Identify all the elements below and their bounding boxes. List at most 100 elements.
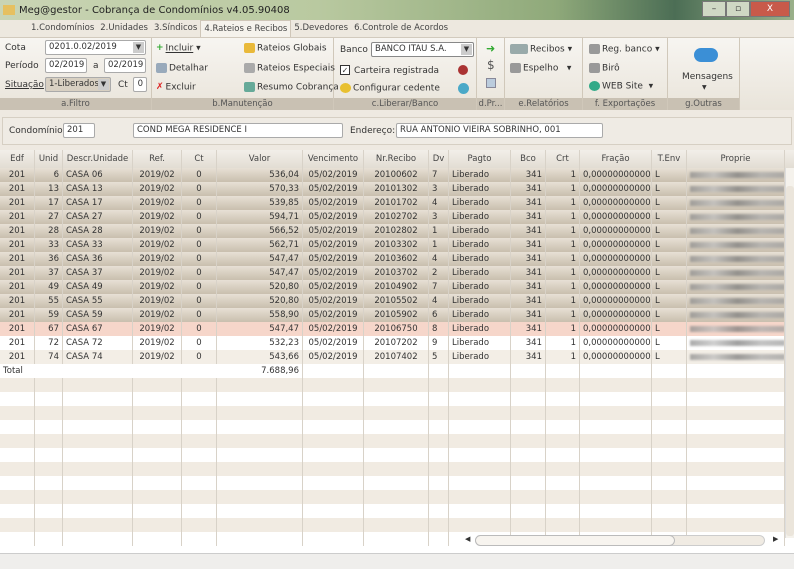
detalhar-button[interactable]: Detalhar [156,63,208,74]
plus-icon: + [156,43,164,53]
cell-bco: 341 [511,308,546,322]
scroll-thumb[interactable] [475,535,675,546]
mensagens-button[interactable]: Mensagens [682,72,733,82]
table-row[interactable]: 201 72 CASA 72 2019/02 0 532,23 05/02/2019 2010… [0,336,785,350]
arrow-icon[interactable]: ➜ [486,42,495,55]
column-header-proprietario[interactable]: Proprie [687,150,785,168]
column-header-ref[interactable]: Ref. [133,150,182,168]
table-row[interactable]: 201 55 CASA 55 2019/02 0 520,80 05/02/2019 2010… [0,294,785,308]
ct-input[interactable]: 0 [133,77,147,92]
cell-crt: 1 [546,280,580,294]
cell-pagto: Liberado [449,168,511,182]
empty-row [0,490,785,504]
table-row[interactable]: 201 37 CASA 37 2019/02 0 547,47 05/02/2019 2010… [0,266,785,280]
maximize-button[interactable]: ▫ [726,1,750,17]
vertical-scrollbar[interactable] [785,168,794,538]
column-header-bco[interactable]: Bco [511,150,546,168]
cell-ct: 0 [182,266,217,280]
document-icon[interactable] [486,78,496,88]
table-row[interactable]: 201 49 CASA 49 2019/02 0 520,80 05/02/2019 2010… [0,280,785,294]
chevron-down-icon[interactable]: ▼ [98,79,109,90]
group-exportacoes: Reg. banco ▾ Birô WEB Site ▾ f. Exportaç… [583,38,668,110]
table-row[interactable]: 201 27 CASA 27 2019/02 0 594,71 05/02/2019 2010… [0,210,785,224]
total-row[interactable]: Total 7.688,96 [0,364,785,378]
cell-nr-recibo: 20102702 [364,210,429,224]
cell-bco: 341 [511,336,546,350]
globe-icon[interactable] [458,83,469,94]
column-header-pagto[interactable]: Pagto [449,150,511,168]
column-header-ct[interactable]: Ct [182,150,217,168]
close-button[interactable]: X [750,1,790,17]
chevron-down-icon[interactable]: ▼ [133,42,144,53]
cell-tenv: L [652,168,687,182]
chevron-down-icon[interactable]: ▼ [702,84,707,91]
cell-bco: 341 [511,168,546,182]
tab-sindicos[interactable]: 3.Síndicos [151,20,200,37]
table-row[interactable]: 201 33 CASA 33 2019/02 0 562,71 05/02/2019 2010… [0,238,785,252]
minimize-button[interactable]: – [702,1,726,17]
resumo-cobranca-button[interactable]: Resumo Cobrança [244,82,339,93]
biro-button[interactable]: Birô [589,63,620,74]
cell-edf: 201 [0,224,35,238]
incluir-button[interactable]: + Incluir ▾ [156,43,201,54]
table-row[interactable]: 201 6 CASA 06 2019/02 0 536,04 05/02/2019 20100… [0,168,785,182]
table-row[interactable]: 201 17 CASA 17 2019/02 0 539,85 05/02/2019 2010… [0,196,785,210]
column-header-nr-recibo[interactable]: Nr.Recibo [364,150,429,168]
horizontal-scrollbar[interactable]: ◀ ▶ [465,535,783,547]
column-header-crt[interactable]: Crt [546,150,580,168]
carteira-checkbox[interactable]: ✓ Carteira registrada [340,65,439,76]
web-site-button[interactable]: WEB Site ▾ [589,81,653,92]
column-header-descr[interactable]: Descr.Unidade [63,150,133,168]
cell-pagto: Liberado [449,196,511,210]
recibos-button[interactable]: Recibos ▾ [510,44,572,55]
table-row[interactable]: 201 74 CASA 74 2019/02 0 543,66 05/02/2019 2010… [0,350,785,364]
column-header-fracao[interactable]: Fração [580,150,652,168]
ladybug-icon[interactable] [458,65,468,75]
tab-controle-acordos[interactable]: 6.Controle de Acordos [351,20,451,37]
tab-devedores[interactable]: 5.Devedores [291,20,351,37]
cota-select[interactable]: 0201.0.02/2019 ▼ [45,40,146,55]
reg-banco-button[interactable]: Reg. banco ▾ [589,44,660,55]
condominio-label: Condomínio: [9,126,66,136]
periodo-from-input[interactable]: 02/2019 [45,58,87,73]
status-bar [0,553,794,569]
endereco-input[interactable]: RUA ANTONIO VIEIRA SOBRINHO, 001 [396,123,603,138]
dollar-icon[interactable]: $ [487,58,495,72]
column-header-valor[interactable]: Valor [217,150,303,168]
table-row[interactable]: 201 67 CASA 67 2019/02 0 547,47 05/02/2019 2010… [0,322,785,336]
cell-fracao: 0,00000000000 [580,350,652,364]
table-row[interactable]: 201 36 CASA 36 2019/02 0 547,47 05/02/2019 2010… [0,252,785,266]
cell-tenv: L [652,336,687,350]
cell-valor: 558,90 [217,308,303,322]
column-header-tenv[interactable]: T.Env [652,150,687,168]
table-row[interactable]: 201 59 CASA 59 2019/02 0 558,90 05/02/2019 2010… [0,308,785,322]
rateios-globais-button[interactable]: Rateios Globais [244,43,327,54]
tab-condominios[interactable]: 1.Condomínios [28,20,97,37]
banco-select[interactable]: BANCO ITAU S.A. ▼ [371,42,474,57]
cell-proprietario-blurred [687,224,785,238]
cell-edf: 201 [0,308,35,322]
rateios-especiais-button[interactable]: Rateios Especiais [244,63,335,74]
column-header-dv[interactable]: Dv [429,150,449,168]
cell-pagto: Liberado [449,224,511,238]
espelho-button[interactable]: Espelho ▾ [510,63,571,74]
scroll-left-icon[interactable]: ◀ [465,535,470,543]
column-header-vencimento[interactable]: Vencimento [303,150,364,168]
chevron-down-icon[interactable]: ▼ [461,44,472,55]
tab-rateios-recibos[interactable]: 4.Rateios e Recibos [200,20,292,37]
cell-bco: 341 [511,294,546,308]
excluir-button[interactable]: ✗ Excluir [156,82,196,93]
configurar-cedente-button[interactable]: Configurar cedente [340,83,440,94]
table-row[interactable]: 201 28 CASA 28 2019/02 0 566,52 05/02/2019 2010… [0,224,785,238]
situacao-select[interactable]: 1-Liberados ▼ [45,77,111,92]
cell-pagto: Liberado [449,280,511,294]
condominio-name-input[interactable]: COND MEGA RESIDENCE I [133,123,343,138]
condominio-code-input[interactable]: 201 [63,123,95,138]
scroll-right-icon[interactable]: ▶ [773,535,778,543]
column-header-edf[interactable]: Edf [0,150,35,168]
periodo-to-input[interactable]: 02/2019 [104,58,146,73]
table-row[interactable]: 201 13 CASA 13 2019/02 0 570,33 05/02/2019 2010… [0,182,785,196]
column-header-unid[interactable]: Unid [35,150,63,168]
tab-unidades[interactable]: 2.Unidades [97,20,151,37]
chat-bubbles-icon[interactable] [694,48,718,62]
